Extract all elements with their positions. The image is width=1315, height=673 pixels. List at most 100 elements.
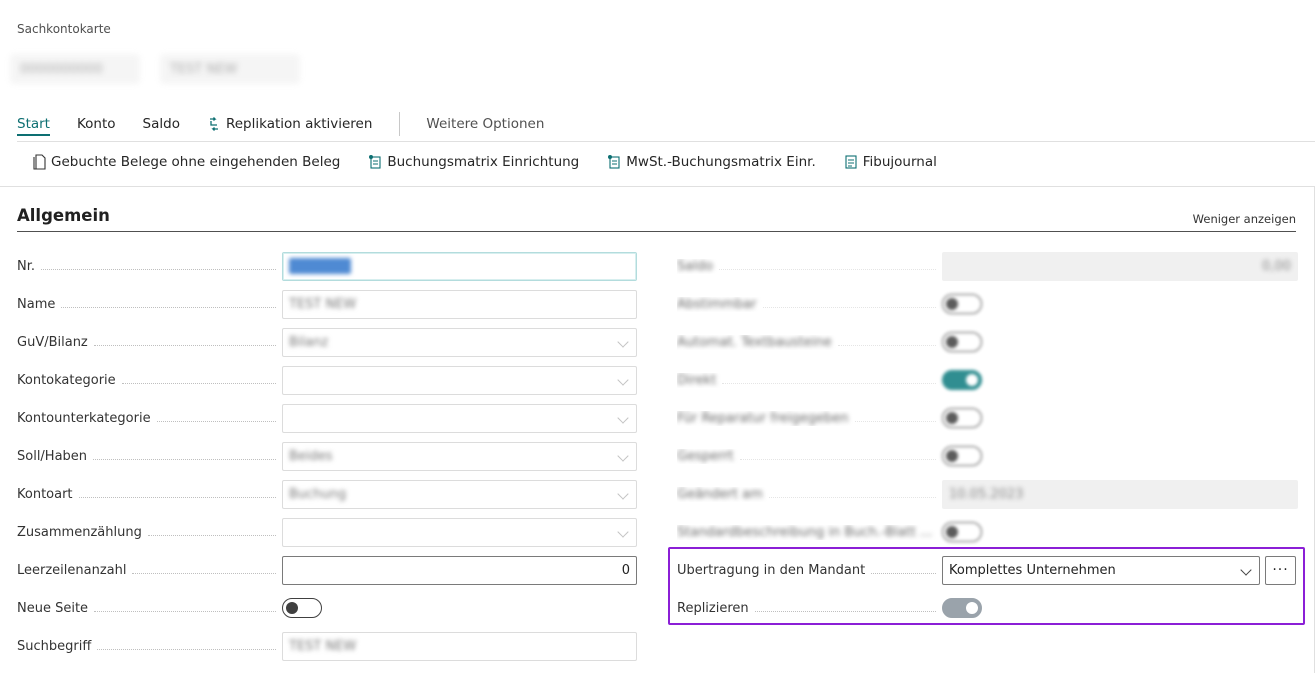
leader-dots xyxy=(762,306,936,308)
field-label: Name xyxy=(17,297,282,312)
label-text: Saldo xyxy=(677,258,714,274)
record-name: TEST NEW xyxy=(160,54,300,84)
neueseite-toggle[interactable] xyxy=(282,598,322,618)
field-label: Geändert am xyxy=(677,487,942,502)
section-rule xyxy=(17,231,1296,232)
tab-start[interactable]: Start xyxy=(17,116,50,136)
show-less-link[interactable]: Weniger anzeigen xyxy=(1193,212,1296,226)
field-row-guv: GuV/Bilanz Bilanz xyxy=(17,327,637,357)
field-label: Replizieren xyxy=(677,601,942,616)
panel-top-border xyxy=(0,186,1315,187)
field-row-leerzeilen: Leerzeilenanzahl 0 xyxy=(17,555,637,585)
field-value: TEST NEW xyxy=(289,638,357,654)
field-row-direkt: Direkt xyxy=(677,365,1298,395)
reparatur-toggle[interactable] xyxy=(942,408,982,428)
field-row-autoteil: Automat. Textbausteine xyxy=(677,327,1298,357)
field-label: Neue Seite xyxy=(17,601,282,616)
leerzeilen-input[interactable]: 0 xyxy=(282,555,637,585)
vat-matrix-label: MwSt.-Buchungsmatrix Einr. xyxy=(626,154,816,170)
tab-konto[interactable]: Konto xyxy=(77,116,116,132)
tab-saldo[interactable]: Saldo xyxy=(143,116,180,132)
abstimmbar-toggle[interactable] xyxy=(942,294,982,314)
geaendert-value: 10.05.2023 xyxy=(942,479,1298,509)
field-row-replizieren: Replizieren xyxy=(677,593,1298,623)
toggle-knob xyxy=(946,525,958,538)
action-divider xyxy=(399,112,401,136)
section-title: Allgemein xyxy=(17,206,110,225)
chevron-down-icon xyxy=(617,411,629,424)
field-label: Leerzeilenanzahl xyxy=(17,563,282,578)
vat-matrix-button[interactable]: MwSt.-Buchungsmatrix Einr. xyxy=(607,154,816,170)
such-input[interactable]: TEST NEW xyxy=(282,631,637,661)
label-text: Kontounterkategorie xyxy=(17,410,151,426)
replikation-button[interactable]: Replikation aktivieren xyxy=(207,116,372,132)
label-text: Name xyxy=(17,296,56,312)
label-text: Abstimmbar xyxy=(677,296,757,312)
field-row-standard: Standardbeschreibung in Buch.-Blatt ... xyxy=(677,517,1298,547)
direkt-toggle[interactable] xyxy=(942,370,982,390)
kontoart-select[interactable]: Buchung xyxy=(282,479,637,509)
leader-dots xyxy=(768,496,936,498)
label-text: Soll/Haben xyxy=(17,448,88,464)
field-label: Gesperrt xyxy=(677,449,942,464)
toggle-knob xyxy=(286,601,298,614)
field-row-sollhaben: Soll/Haben Beides xyxy=(17,441,637,471)
leader-dots xyxy=(97,648,276,650)
posted-docs-button[interactable]: Gebuchte Belege ohne eingehenden Beleg xyxy=(32,154,340,170)
label-text: GuV/Bilanz xyxy=(17,334,88,350)
label-text: Übertragung in den Mandant xyxy=(677,562,866,578)
journal-button[interactable]: Fibujournal xyxy=(844,154,937,170)
name-input[interactable]: TEST NEW xyxy=(282,289,637,319)
sollhaben-select[interactable]: Beides xyxy=(282,441,637,471)
toggle-knob xyxy=(946,411,958,424)
selected-text: 0000000 xyxy=(289,258,351,274)
label-text: Nr. xyxy=(17,258,36,274)
field-value: Buchung xyxy=(289,486,347,502)
toggle-knob xyxy=(966,373,978,386)
leader-dots xyxy=(94,610,276,612)
replikation-label: Replikation aktivieren xyxy=(225,116,373,132)
field-value: Beides xyxy=(289,448,333,464)
leader-dots xyxy=(41,268,276,270)
gesperrt-toggle[interactable] xyxy=(942,446,982,466)
nr-input[interactable]: 0000000 xyxy=(282,251,637,281)
unterkategorie-select[interactable] xyxy=(282,403,637,433)
posting-matrix-button[interactable]: Buchungsmatrix Einrichtung xyxy=(368,154,579,170)
leader-dots xyxy=(78,496,276,498)
more-button[interactable]: ··· xyxy=(1265,555,1296,585)
more-options-button[interactable]: Weitere Optionen xyxy=(426,116,544,132)
label-text: Für Reparatur freigegeben xyxy=(677,410,849,426)
label-text: Geändert am xyxy=(677,486,763,502)
field-value: TEST NEW xyxy=(289,296,357,312)
replicate-icon xyxy=(209,117,218,131)
setup-icon xyxy=(369,155,381,169)
replizieren-toggle[interactable] xyxy=(942,598,982,618)
kategorie-select[interactable] xyxy=(282,365,637,395)
field-row-name: Name TEST NEW xyxy=(17,289,637,319)
field-row-reparatur: Für Reparatur freigegeben xyxy=(677,403,1298,433)
zusammen-input[interactable] xyxy=(282,517,637,547)
field-row-zusammen: Zusammenzählung xyxy=(17,517,637,547)
label-text: Standardbeschreibung in Buch.-Blatt ... xyxy=(677,524,933,540)
label-text: Kontoart xyxy=(17,486,73,502)
toggle-knob xyxy=(946,335,958,348)
document-icon xyxy=(33,154,46,170)
label-text: Automat. Textbausteine xyxy=(677,334,832,350)
field-label: Soll/Haben xyxy=(17,449,282,464)
journal-icon xyxy=(845,155,857,169)
record-number: 0000000000 xyxy=(10,54,140,84)
autoteil-toggle[interactable] xyxy=(942,332,982,352)
toggle-knob xyxy=(946,449,958,462)
standard-toggle[interactable] xyxy=(942,522,982,542)
field-row-geaendert: Geändert am 10.05.2023 xyxy=(677,479,1298,509)
chevron-down-icon xyxy=(1240,563,1252,576)
toggle-knob xyxy=(946,297,958,310)
toggle-knob xyxy=(966,601,978,614)
field-row-nr: Nr. 0000000 xyxy=(17,251,637,281)
journal-label: Fibujournal xyxy=(862,154,937,170)
field-value: 0,00 xyxy=(1262,258,1291,274)
uebertragung-select[interactable]: Komplettes Unternehmen xyxy=(942,555,1260,585)
leader-dots xyxy=(93,458,276,460)
guv-select[interactable]: Bilanz xyxy=(282,327,637,357)
page-caption: Sachkontokarte xyxy=(17,22,111,36)
